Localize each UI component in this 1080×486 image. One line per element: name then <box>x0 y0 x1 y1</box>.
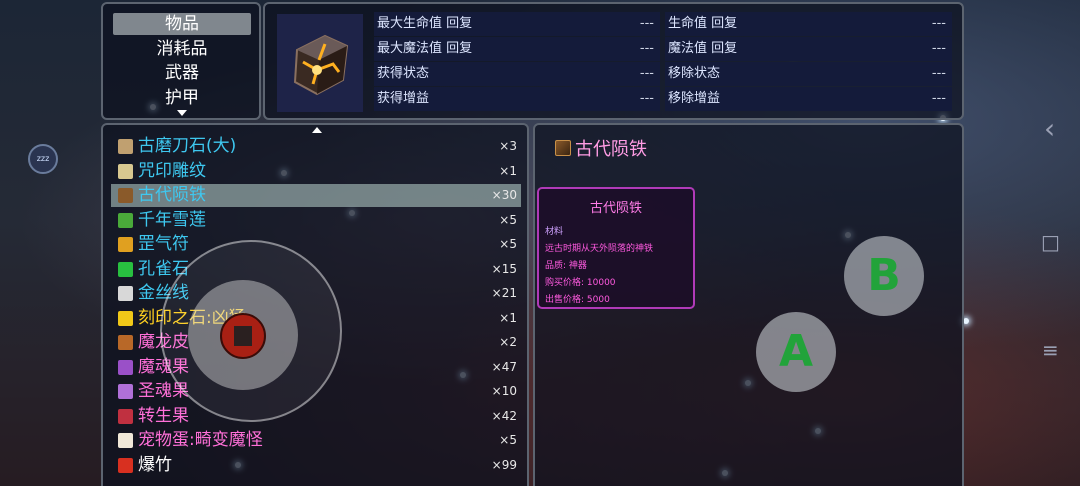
category-tab-consumables[interactable]: 消耗品 <box>113 38 251 60</box>
inventory-item-name: 古代陨铁 <box>138 185 206 205</box>
meteorite-icon <box>293 34 349 96</box>
inventory-item-name: 转生果 <box>138 405 189 426</box>
stat-label: 生命值 回复 <box>668 16 738 31</box>
tooltip-buy-price: 购买价格: 10000 <box>545 278 616 288</box>
inventory-item-name: 宠物蛋:畸变魔怪 <box>138 430 263 450</box>
stat-remove-state: 移除状态 --- <box>665 62 952 86</box>
inventory-item-quantity: ×99 <box>491 457 517 472</box>
inventory-item-quantity: ×10 <box>491 384 517 398</box>
dragon-hide-icon <box>118 335 133 350</box>
inventory-item-name: 千年雪莲 <box>138 209 206 230</box>
inventory-item-row[interactable]: 宠物蛋:畸变魔怪 ×5 <box>111 429 521 452</box>
stat-value: --- <box>931 16 946 31</box>
inventory-item-name: 咒印雕纹 <box>138 160 206 181</box>
inventory-item-quantity: ×5 <box>499 237 517 251</box>
stat-add-buff: 获得增益 --- <box>374 87 660 111</box>
inventory-item-row[interactable]: 古代陨铁 ×30 <box>111 184 521 207</box>
stat-value: --- <box>931 41 946 56</box>
holy-soul-fruit-icon <box>118 384 133 399</box>
scroll-down-icon[interactable] <box>177 110 187 116</box>
stat-value: --- <box>639 66 654 81</box>
tooltip-title: 古代陨铁 <box>589 201 642 216</box>
inventory-item-quantity: ×1 <box>499 310 517 325</box>
stat-mp-recovery: 魔法值 回复 --- <box>665 37 952 61</box>
sleep-status-icon[interactable]: zzz <box>28 144 58 174</box>
scroll-up-icon[interactable] <box>312 127 322 133</box>
joystick-knob-core <box>234 326 252 346</box>
snow-lotus-icon <box>118 212 133 228</box>
inventory-item-quantity: ×5 <box>499 212 517 227</box>
malachite-icon <box>118 261 133 277</box>
inventory-item-row[interactable]: 古磨刀石(大) ×3 <box>111 135 521 158</box>
inventory-item-row[interactable]: 咒印雕纹 ×1 <box>111 160 521 183</box>
tooltip-quality: 品质: 神器 <box>545 261 587 271</box>
inventory-item-name: 罡气符 <box>138 234 189 254</box>
firecracker-icon <box>118 457 133 473</box>
item-detail-panel: 最大生命值 回复 --- 生命值 回复 --- 最大魔法值 回复 --- 魔法值… <box>263 2 964 120</box>
stat-value: --- <box>931 91 946 106</box>
talisman-icon <box>118 237 133 252</box>
stat-label: 获得状态 <box>377 66 430 81</box>
inventory-item-quantity: ×21 <box>491 286 517 300</box>
tooltip-description: 远古时期从天外陨落的神铁 <box>545 244 654 254</box>
item-preview <box>277 14 363 112</box>
stat-remove-buff: 移除增益 --- <box>665 87 952 111</box>
demon-soul-fruit-icon <box>118 359 133 375</box>
inventory-item-quantity: ×5 <box>499 433 517 447</box>
inventory-item-row[interactable]: 千年雪莲 ×5 <box>111 209 521 232</box>
stat-value: --- <box>639 41 654 56</box>
whetstone-icon <box>118 139 133 154</box>
category-tab-weapons[interactable]: 武器 <box>113 62 251 84</box>
menu-icon[interactable]: ≡ <box>1042 338 1059 362</box>
category-tab-armor[interactable]: 护甲 <box>113 87 251 109</box>
inventory-item-quantity: ×30 <box>491 188 517 202</box>
pet-egg-icon <box>118 433 133 448</box>
tooltip-category: 材料 <box>545 227 564 237</box>
rebirth-fruit-icon <box>118 408 133 424</box>
stat-add-state: 获得状态 --- <box>374 62 660 86</box>
stat-label: 最大生命值 回复 <box>377 16 473 31</box>
inventory-item-quantity: ×42 <box>491 408 517 423</box>
inventory-item-row[interactable]: 爆竹 ×99 <box>111 454 521 477</box>
inventory-item-quantity: ×3 <box>499 139 517 153</box>
stat-label: 移除增益 <box>668 91 721 106</box>
inventory-item-name: 爆竹 <box>138 454 172 475</box>
stat-label: 魔法值 回复 <box>668 41 738 56</box>
home-icon[interactable]: □ <box>1041 230 1060 254</box>
stat-value: --- <box>931 66 946 81</box>
inventory-item-row[interactable]: 罡气符 ×5 <box>111 233 521 256</box>
stat-label: 移除状态 <box>668 66 721 81</box>
meteorite-icon <box>555 140 571 156</box>
item-tooltip: 古代陨铁 材料 远古时期从天外陨落的神铁 品质: 神器 购买价格: 10000 … <box>537 187 695 309</box>
b-button[interactable]: B <box>844 236 924 316</box>
category-panel: 物品 消耗品 武器 护甲 <box>101 2 261 120</box>
meteorite-icon <box>118 188 133 203</box>
stat-label: 最大魔法值 回复 <box>377 41 473 56</box>
inventory-item-quantity: ×2 <box>499 335 517 349</box>
inventory-item-quantity: ×15 <box>491 261 517 276</box>
tooltip-sell-price: 出售价格: 5000 <box>545 295 610 305</box>
engraving-stone-icon <box>118 310 133 326</box>
inventory-item-quantity: ×1 <box>499 163 517 178</box>
inventory-item-quantity: ×47 <box>491 359 517 374</box>
inventory-item-row[interactable]: 转生果 ×42 <box>111 405 521 428</box>
stat-value: --- <box>639 16 654 31</box>
scroll-icon <box>118 163 133 179</box>
stat-value: --- <box>639 91 654 106</box>
stat-max-hp-recovery: 最大生命值 回复 --- <box>374 12 660 36</box>
stat-label: 获得增益 <box>377 91 430 106</box>
item-title: 古代陨铁 <box>575 139 647 160</box>
inventory-item-name: 古磨刀石(大) <box>138 136 237 156</box>
stat-max-mp-recovery: 最大魔法值 回复 --- <box>374 37 660 61</box>
joystick-knob[interactable] <box>220 313 266 359</box>
category-tab-items[interactable]: 物品 <box>113 13 251 35</box>
a-button[interactable]: A <box>756 312 836 392</box>
stat-hp-recovery: 生命值 回复 --- <box>665 12 952 36</box>
back-icon[interactable]: ‹ <box>1044 112 1055 145</box>
gold-thread-icon <box>118 286 133 301</box>
